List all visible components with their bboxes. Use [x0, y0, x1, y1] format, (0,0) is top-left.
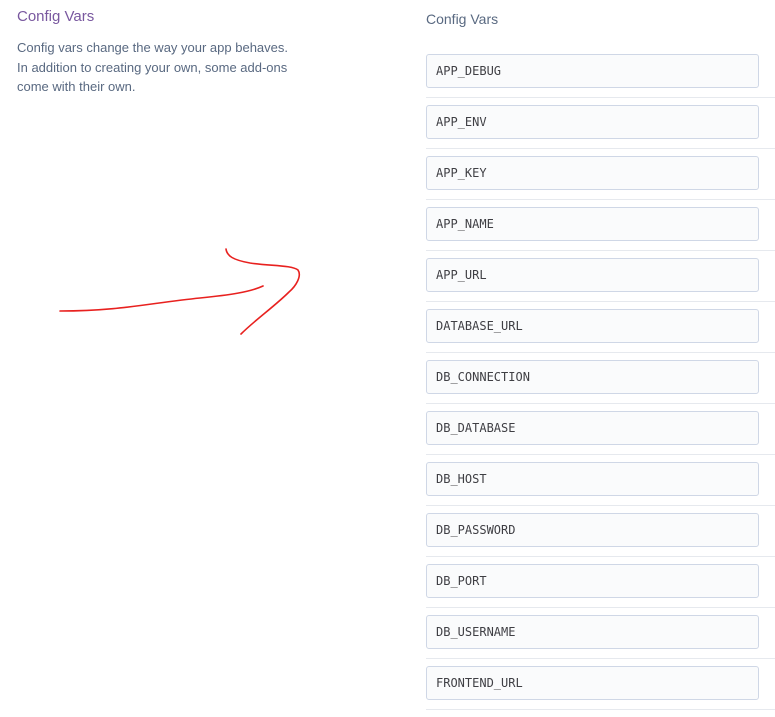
section-description: Config vars change the way your app beha… — [17, 40, 289, 94]
config-var-row — [426, 404, 775, 455]
config-var-row — [426, 200, 775, 251]
config-vars-page: Config Vars Config vars change the way y… — [0, 0, 775, 717]
config-vars-list — [426, 47, 775, 710]
config-var-key-input[interactable] — [426, 360, 759, 394]
config-var-row — [426, 251, 775, 302]
config-var-row — [426, 302, 775, 353]
config-var-key-input[interactable] — [426, 105, 759, 139]
config-vars-list-title: Config Vars — [426, 11, 499, 27]
config-var-row — [426, 47, 775, 98]
config-var-key-input[interactable] — [426, 564, 759, 598]
config-var-row — [426, 98, 775, 149]
config-var-row — [426, 557, 775, 608]
config-var-key-input[interactable] — [426, 615, 759, 649]
section-title: Config Vars — [17, 8, 95, 25]
config-var-row — [426, 608, 775, 659]
config-var-key-input[interactable] — [426, 258, 759, 292]
config-var-row — [426, 455, 775, 506]
config-var-key-input[interactable] — [426, 666, 759, 700]
config-var-row — [426, 353, 775, 404]
config-var-row — [426, 506, 775, 557]
config-var-key-input[interactable] — [426, 513, 759, 547]
config-var-row — [426, 659, 775, 710]
config-var-key-input[interactable] — [426, 411, 759, 445]
config-var-key-input[interactable] — [426, 54, 759, 88]
config-var-key-input[interactable] — [426, 156, 759, 190]
config-var-key-input[interactable] — [426, 309, 759, 343]
config-var-key-input[interactable] — [426, 462, 759, 496]
config-var-row — [426, 149, 775, 200]
config-var-key-input[interactable] — [426, 207, 759, 241]
